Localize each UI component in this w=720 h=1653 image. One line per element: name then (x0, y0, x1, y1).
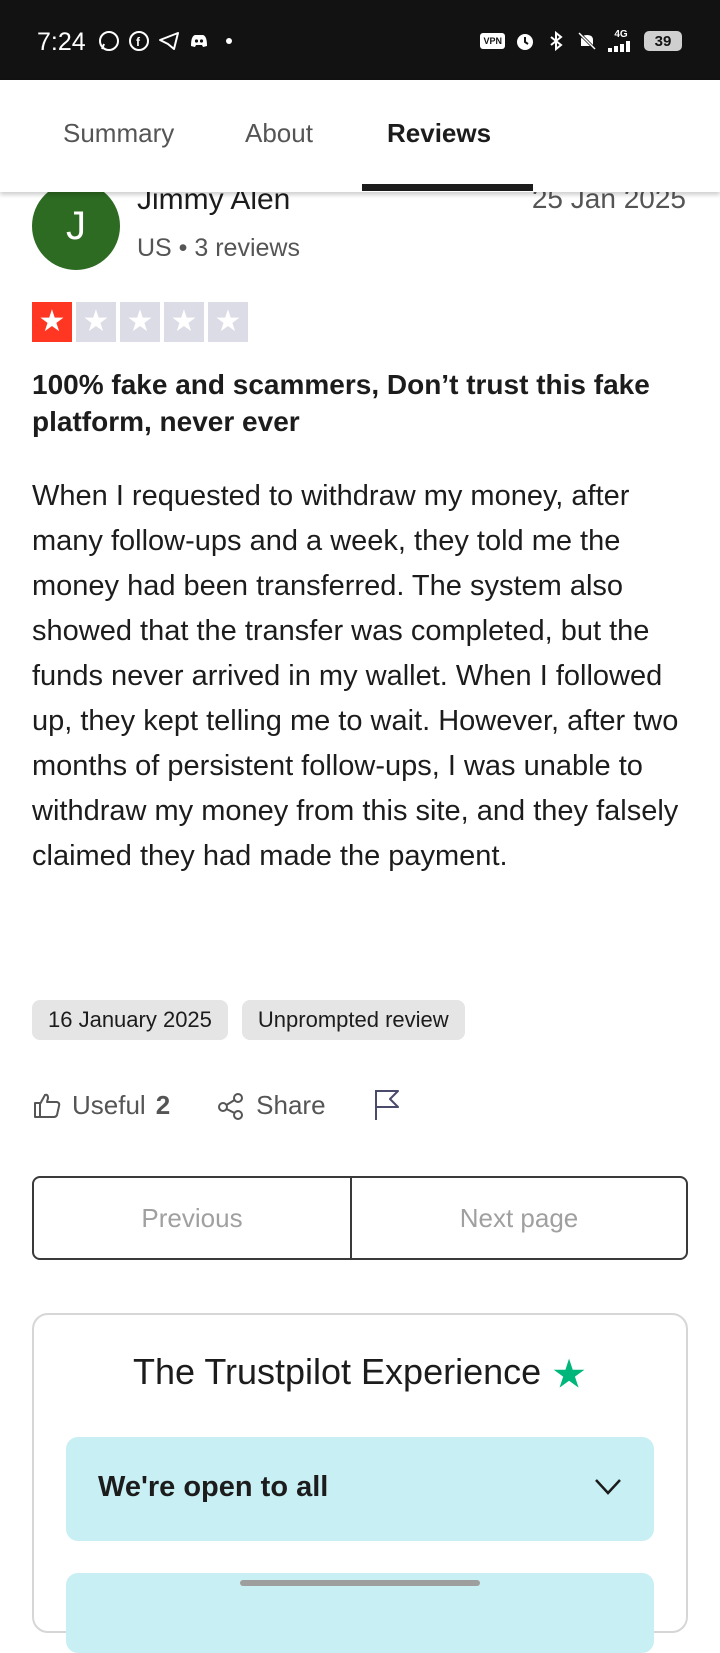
tab-about[interactable]: About (245, 118, 313, 149)
share-button[interactable]: Share (216, 1089, 326, 1121)
star-empty-icon: ★ (76, 302, 116, 342)
star-empty-icon: ★ (120, 302, 160, 342)
system-icons: VPN 4G 39 (480, 30, 682, 52)
tab-summary[interactable]: Summary (63, 118, 174, 149)
useful-count: 2 (155, 1089, 171, 1120)
svg-text:f: f (136, 35, 141, 49)
tab-bar: Summary About Reviews (0, 80, 720, 192)
tab-reviews[interactable]: Reviews (387, 118, 491, 149)
status-time: 7:24 (37, 28, 86, 56)
vpn-icon: VPN (480, 33, 505, 49)
flag-icon (372, 1088, 402, 1122)
trustpilot-star-icon: ★ (551, 1352, 588, 1397)
home-indicator[interactable] (240, 1580, 480, 1586)
mute-icon (576, 30, 598, 52)
useful-label: Useful (72, 1089, 146, 1120)
star-filled-icon: ★ (32, 302, 72, 342)
signal-icon: 4G (607, 30, 635, 52)
active-tab-indicator (362, 184, 533, 191)
review-title[interactable]: 100% fake and scammers, Don’t trust this… (32, 366, 692, 440)
review-body: When I requested to withdraw my money, a… (32, 480, 679, 872)
discord-icon (188, 30, 210, 52)
accordion-label: We're open to all (98, 1471, 329, 1503)
network-type: 4G (614, 29, 628, 40)
star-empty-icon: ★ (164, 302, 204, 342)
telegram-icon (158, 30, 180, 52)
share-icon (216, 1090, 246, 1120)
review-type-chip[interactable]: Unprompted review (241, 1000, 465, 1040)
thumbs-up-icon (32, 1090, 62, 1120)
star-rating: ★ ★ ★ ★ ★ (32, 302, 248, 342)
share-label: Share (256, 1089, 326, 1120)
review-actions: Useful 2 Share (32, 1088, 448, 1122)
status-bar: 7:24 f VPN 4G 39 (0, 0, 720, 80)
dot-icon (218, 30, 240, 52)
chevron-down-icon (594, 1477, 622, 1502)
next-page-button[interactable]: Next page (352, 1178, 686, 1258)
useful-button[interactable]: Useful 2 (32, 1090, 170, 1121)
bluetooth-icon (545, 30, 567, 52)
pagination: Previous Next page (32, 1176, 688, 1260)
avatar[interactable]: J (32, 182, 120, 270)
reviewer-meta: US • 3 reviews (137, 234, 300, 262)
review-tags: 16 January 2025 Unprompted review (32, 1000, 465, 1040)
whatsapp-icon (98, 30, 120, 52)
trustpilot-experience-title: The Trustpilot Experience ★ (34, 1351, 686, 1397)
alarm-icon (514, 30, 536, 52)
experience-date-chip: 16 January 2025 (32, 1000, 228, 1040)
battery-indicator: 39 (644, 31, 682, 51)
star-empty-icon: ★ (208, 302, 248, 342)
accordion-open-to-all[interactable]: We're open to all (66, 1437, 654, 1541)
notification-icons: f (98, 30, 240, 52)
flag-button[interactable] (372, 1088, 402, 1122)
trustpilot-experience-heading: The Trustpilot Experience (132, 1351, 542, 1392)
facebook-icon: f (128, 30, 150, 52)
previous-page-button[interactable]: Previous (34, 1178, 352, 1258)
